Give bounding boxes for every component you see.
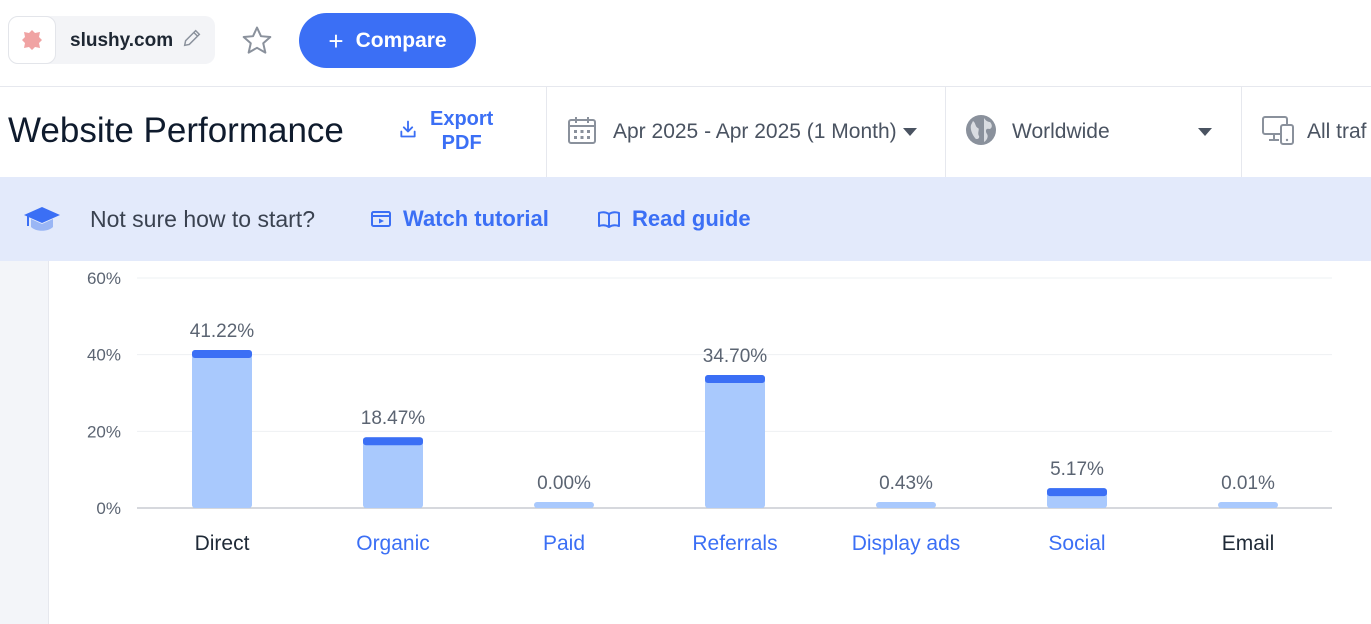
download-icon bbox=[398, 119, 418, 144]
bar-value-label: 41.22% bbox=[190, 321, 255, 342]
bar[interactable] bbox=[534, 502, 594, 508]
banner-prompt: Not sure how to start? bbox=[90, 206, 315, 232]
bar-value-label: 5.17% bbox=[1050, 459, 1104, 480]
region-filter[interactable]: Worldwide bbox=[964, 87, 1226, 177]
bar-cap bbox=[705, 374, 765, 383]
chevron-down-icon bbox=[902, 128, 917, 136]
bar[interactable] bbox=[1218, 502, 1278, 508]
export-label-line2: PDF bbox=[441, 132, 482, 154]
category-label[interactable]: Display ads bbox=[852, 532, 961, 555]
compare-button[interactable]: + Compare bbox=[299, 13, 476, 68]
bar-display-ads[interactable] bbox=[876, 502, 936, 508]
bar-chart: 0% 20% 40% 60% 41.22% Direct 18.47% Organic 0.00… bbox=[87, 269, 1332, 555]
category-label: Email bbox=[1222, 532, 1275, 555]
top-bar: slushy.com + Compare bbox=[0, 0, 1371, 87]
calendar-icon bbox=[566, 114, 598, 151]
y-tick-label: 0% bbox=[96, 499, 121, 518]
category-label[interactable]: Organic bbox=[356, 532, 430, 555]
bar-value-label: 0.00% bbox=[537, 473, 591, 494]
bar-social[interactable] bbox=[1047, 488, 1107, 508]
divider bbox=[546, 87, 547, 177]
category-label[interactable]: Referrals bbox=[692, 532, 777, 555]
read-guide-label: Read guide bbox=[632, 206, 751, 231]
y-tick-label: 60% bbox=[87, 269, 121, 288]
bar-referrals[interactable] bbox=[705, 374, 765, 508]
bar[interactable] bbox=[363, 437, 423, 508]
bar[interactable] bbox=[192, 349, 252, 508]
bar-value-label: 34.70% bbox=[703, 346, 768, 367]
page-header: Website Performance Export PDF Apr 2025 … bbox=[0, 87, 1371, 177]
date-range-filter[interactable]: Apr 2025 - Apr 2025 (1 Month) bbox=[566, 87, 936, 177]
bar-cap bbox=[192, 349, 252, 358]
bar[interactable] bbox=[876, 502, 936, 508]
globe-icon bbox=[964, 113, 998, 152]
plus-icon: + bbox=[328, 25, 344, 56]
date-range-value: Apr 2025 - Apr 2025 (1 Month) bbox=[613, 120, 897, 143]
bar[interactable] bbox=[705, 374, 765, 508]
bar-paid[interactable] bbox=[534, 502, 594, 508]
bar-value-label: 0.01% bbox=[1221, 473, 1275, 494]
devices-icon bbox=[1261, 113, 1297, 152]
page-title: Website Performance bbox=[8, 111, 344, 150]
divider bbox=[945, 87, 946, 177]
traffic-filter[interactable]: All traf bbox=[1261, 87, 1371, 177]
traffic-channels-chart: 0% 20% 40% 60% 41.22% Direct 18.47% Organic 0.00… bbox=[49, 261, 1371, 624]
watch-tutorial-link[interactable]: Watch tutorial bbox=[371, 206, 549, 232]
compare-button-label: Compare bbox=[355, 28, 447, 52]
bar-value-label: 18.47% bbox=[361, 408, 426, 429]
category-label[interactable]: Social bbox=[1048, 532, 1105, 555]
site-favicon-icon bbox=[8, 16, 56, 64]
chevron-down-icon bbox=[1198, 128, 1212, 136]
bar-email[interactable] bbox=[1218, 502, 1278, 508]
bar-organic[interactable] bbox=[363, 437, 423, 508]
book-icon bbox=[598, 211, 620, 228]
export-label-line1: Export bbox=[430, 108, 494, 130]
video-icon bbox=[371, 211, 391, 227]
read-guide-link[interactable]: Read guide bbox=[598, 206, 751, 232]
category-label[interactable]: Paid bbox=[543, 532, 585, 555]
traffic-value: All traf bbox=[1307, 120, 1367, 143]
site-chip[interactable]: slushy.com bbox=[8, 16, 215, 64]
edit-pencil-icon[interactable] bbox=[181, 27, 203, 54]
divider bbox=[1241, 87, 1242, 177]
watch-tutorial-label: Watch tutorial bbox=[403, 206, 549, 231]
bar-cap bbox=[1047, 488, 1107, 497]
bar-cap bbox=[363, 437, 423, 446]
region-value: Worldwide bbox=[1012, 120, 1110, 143]
category-label: Direct bbox=[195, 532, 250, 555]
graduation-cap-icon bbox=[22, 204, 62, 239]
export-pdf-button[interactable]: Export PDF bbox=[398, 107, 493, 155]
favorite-star-icon[interactable] bbox=[240, 24, 274, 63]
bar-direct[interactable] bbox=[192, 349, 252, 508]
bar-value-label: 0.43% bbox=[879, 473, 933, 494]
y-tick-label: 40% bbox=[87, 346, 121, 365]
help-banner: Not sure how to start? Watch tutorial Re… bbox=[0, 177, 1371, 261]
y-tick-label: 20% bbox=[87, 422, 121, 441]
left-sidebar-strip bbox=[0, 261, 49, 624]
site-name: slushy.com bbox=[70, 30, 174, 51]
